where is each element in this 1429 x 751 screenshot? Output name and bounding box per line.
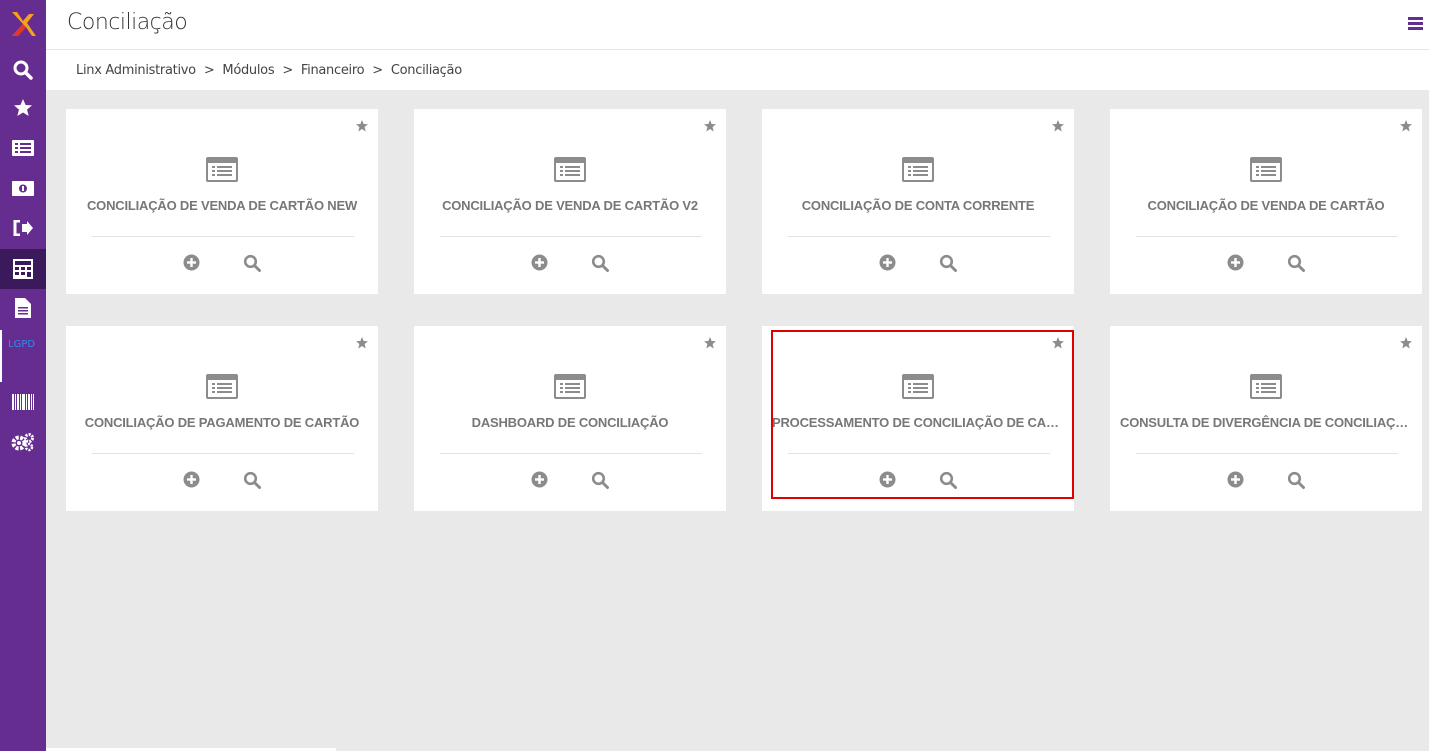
search-icon[interactable] [1287,254,1305,272]
module-card[interactable]: PROCESSAMENTO DE CONCILIAÇÃO DE CART... [762,326,1074,511]
linx-logo-icon[interactable] [10,10,36,38]
favorite-star-icon[interactable] [704,336,716,349]
sidebar-active-marker [0,330,2,382]
breadcrumb-separator: > [203,62,215,78]
search-icon[interactable] [243,471,261,489]
module-list-icon [206,157,238,182]
module-title[interactable]: CONCILIAÇÃO DE VENDA DE CARTÃO V2 [424,198,716,213]
card-divider [788,453,1050,454]
add-circle-icon[interactable] [879,254,896,271]
gears-icon [11,433,34,452]
star-icon [14,99,32,116]
module-list-icon [1250,157,1282,182]
card-divider [92,453,354,454]
breadcrumb-separator: > [372,62,383,78]
module-card[interactable]: CONCILIAÇÃO DE VENDA DE CARTÃO V2 [414,109,726,294]
module-title[interactable]: CONCILIAÇÃO DE PAGAMENTO DE CARTÃO [76,415,368,430]
breadcrumb-item[interactable]: Financeiro [301,63,365,78]
favorite-star-icon[interactable] [704,119,716,132]
module-list-icon [554,157,586,182]
card-divider [1136,236,1398,237]
sidebar-calculator[interactable] [0,249,46,289]
hamburger-menu-icon[interactable] [1408,17,1423,31]
sidebar: LGPD [0,0,46,751]
add-circle-icon[interactable] [879,471,896,488]
card-divider [440,236,702,237]
module-title[interactable]: CONSULTA DE DIVERGÊNCIA DE CONCILIAÇÃO [1120,415,1412,430]
page-header: Conciliação [46,0,1429,50]
breadcrumb: Linx Administrativo > Módulos > Financei… [46,50,1429,90]
favorite-star-icon[interactable] [356,119,368,132]
sidebar-documents[interactable] [0,288,46,328]
list-icon [12,140,34,156]
breadcrumb-item[interactable]: Conciliação [391,63,462,78]
search-icon[interactable] [591,254,609,272]
module-list-icon [1250,374,1282,399]
add-circle-icon[interactable] [183,254,200,271]
module-list-icon [206,374,238,399]
module-list-icon [554,374,586,399]
sidebar-settings[interactable] [0,422,46,462]
favorite-star-icon[interactable] [356,336,368,349]
search-icon[interactable] [1287,471,1305,489]
document-icon [15,298,31,318]
calculator-icon [13,259,33,279]
page-title: Conciliação [67,10,188,35]
sidebar-favorites[interactable] [0,88,46,128]
module-list-icon [902,374,934,399]
sidebar-list[interactable] [0,128,46,168]
module-title[interactable]: CONCILIAÇÃO DE VENDA DE CARTÃO NEW [76,198,368,213]
sign-out-icon [13,220,33,236]
favorite-star-icon[interactable] [1400,336,1412,349]
favorite-star-icon[interactable] [1400,119,1412,132]
sidebar-search[interactable] [0,50,46,90]
module-card[interactable]: CONCILIAÇÃO DE CONTA CORRENTE [762,109,1074,294]
module-title[interactable]: DASHBOARD DE CONCILIAÇÃO [424,415,716,430]
favorite-star-icon[interactable] [1052,119,1064,132]
card-divider [1136,453,1398,454]
search-icon[interactable] [591,471,609,489]
search-icon [13,60,33,80]
card-divider [440,453,702,454]
add-circle-icon[interactable] [183,471,200,488]
sidebar-item-label[interactable]: LGPD [8,339,35,350]
breadcrumb-item[interactable]: Linx Administrativo [76,63,196,78]
breadcrumb-item[interactable]: Módulos [222,63,274,78]
sidebar-exit[interactable] [0,208,46,248]
search-icon[interactable] [939,471,957,489]
money-icon [12,180,34,196]
module-title[interactable]: PROCESSAMENTO DE CONCILIAÇÃO DE CART... [772,415,1064,430]
module-card[interactable]: CONCILIAÇÃO DE PAGAMENTO DE CARTÃO [66,326,378,511]
sidebar-finance[interactable] [0,168,46,208]
favorite-star-icon[interactable] [1052,336,1064,349]
card-divider [788,236,1050,237]
card-divider [92,236,354,237]
breadcrumb-separator: > [282,62,293,78]
add-circle-icon[interactable] [531,471,548,488]
search-icon[interactable] [939,254,957,272]
barcode-icon [12,394,34,410]
module-card[interactable]: CONSULTA DE DIVERGÊNCIA DE CONCILIAÇÃO [1110,326,1422,511]
search-icon[interactable] [243,254,261,272]
add-circle-icon[interactable] [1227,471,1244,488]
module-card[interactable]: DASHBOARD DE CONCILIAÇÃO [414,326,726,511]
sidebar-barcode[interactable] [0,382,46,422]
module-title[interactable]: CONCILIAÇÃO DE VENDA DE CARTÃO [1120,198,1412,213]
module-title[interactable]: CONCILIAÇÃO DE CONTA CORRENTE [772,198,1064,213]
add-circle-icon[interactable] [1227,254,1244,271]
add-circle-icon[interactable] [531,254,548,271]
module-list-icon [902,157,934,182]
module-card[interactable]: CONCILIAÇÃO DE VENDA DE CARTÃO NEW [66,109,378,294]
module-card[interactable]: CONCILIAÇÃO DE VENDA DE CARTÃO [1110,109,1422,294]
